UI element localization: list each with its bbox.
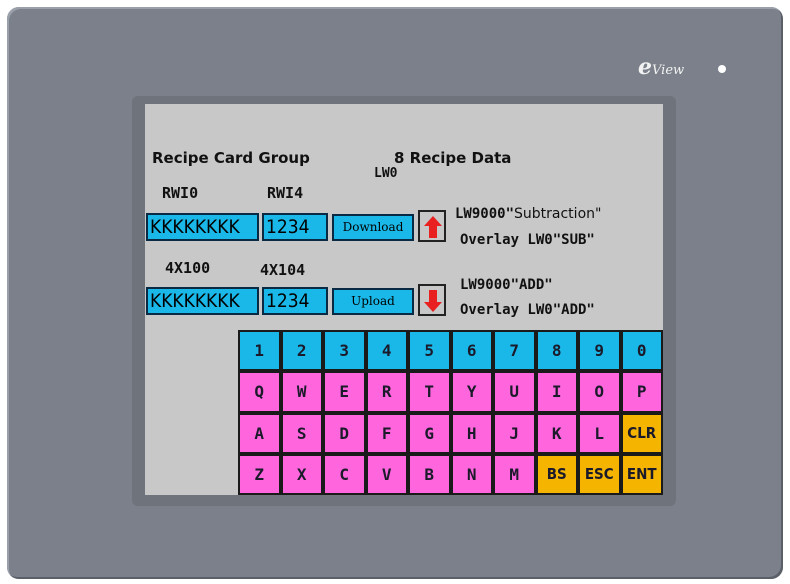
key-v[interactable]: V <box>365 453 408 495</box>
key-c[interactable]: C <box>323 453 366 495</box>
key-9[interactable]: 9 <box>578 330 621 372</box>
recipe-text-field-2[interactable]: KKKKKKKK <box>146 287 259 315</box>
key-o[interactable]: O <box>578 371 621 413</box>
key-i[interactable]: I <box>535 371 578 413</box>
key-ent[interactable]: ENT <box>620 453 663 495</box>
recipe-number-field-2[interactable]: 1234 <box>262 287 328 315</box>
key-bs[interactable]: BS <box>535 453 578 495</box>
download-button[interactable]: Download <box>332 214 414 241</box>
key-x[interactable]: X <box>280 453 323 495</box>
key-5[interactable]: 5 <box>408 330 451 372</box>
key-z[interactable]: Z <box>238 453 281 495</box>
key-k[interactable]: K <box>535 412 578 454</box>
4x100-label: 4X100 <box>165 259 211 277</box>
key-r[interactable]: R <box>365 371 408 413</box>
key-d[interactable]: D <box>323 412 366 454</box>
key-q[interactable]: Q <box>238 371 281 413</box>
key-j[interactable]: J <box>493 412 536 454</box>
key-s[interactable]: S <box>280 412 323 454</box>
key-l[interactable]: L <box>578 412 621 454</box>
power-led-icon <box>718 65 726 73</box>
lw0-label: LW0 <box>374 166 398 181</box>
rwi4-label: RWI4 <box>267 184 304 202</box>
recipe-data-title: 8 Recipe Data <box>394 149 512 167</box>
rwi0-label: RWI0 <box>162 184 199 202</box>
key-7[interactable]: 7 <box>493 330 536 372</box>
key-e[interactable]: E <box>323 371 366 413</box>
hmi-screen: Recipe Card Group 8 Recipe Data LW0 RWI0… <box>145 104 663 495</box>
recipe-number-field-1[interactable]: 1234 <box>262 213 328 241</box>
key-6[interactable]: 6 <box>450 330 493 372</box>
key-b[interactable]: B <box>408 453 451 495</box>
key-w[interactable]: W <box>280 371 323 413</box>
key-1[interactable]: 1 <box>238 330 281 372</box>
key-y[interactable]: Y <box>450 371 493 413</box>
recipe-card-group-title: Recipe Card Group <box>152 149 310 167</box>
key-n[interactable]: N <box>450 453 493 495</box>
brand-logo: eView <box>638 54 685 80</box>
key-g[interactable]: G <box>408 412 451 454</box>
4x104-label: 4X104 <box>260 261 306 279</box>
key-clr[interactable]: CLR <box>620 412 663 454</box>
arrow-down-icon <box>424 290 442 312</box>
key-3[interactable]: 3 <box>323 330 366 372</box>
up-arrow-button[interactable] <box>418 210 446 242</box>
key-h[interactable]: H <box>450 412 493 454</box>
on-screen-keyboard: 1 2 3 4 5 6 7 8 9 0 Q W E R T Y U I O P A S D F G H J K L CLR Z X C V B N M B… <box>238 330 663 495</box>
key-t[interactable]: T <box>408 371 451 413</box>
row2-note-line1: LW9000"ADD" <box>460 277 553 293</box>
key-p[interactable]: P <box>620 371 663 413</box>
key-f[interactable]: F <box>365 412 408 454</box>
row1-note-line2: Overlay LW0"SUB" <box>460 232 595 248</box>
key-u[interactable]: U <box>493 371 536 413</box>
upload-button[interactable]: Upload <box>332 288 414 315</box>
key-esc[interactable]: ESC <box>578 453 621 495</box>
recipe-text-field-1[interactable]: KKKKKKKK <box>146 213 259 241</box>
key-2[interactable]: 2 <box>280 330 323 372</box>
key-4[interactable]: 4 <box>365 330 408 372</box>
key-0[interactable]: 0 <box>620 330 663 372</box>
key-m[interactable]: M <box>493 453 536 495</box>
row1-note-line1: LW9000"Subtraction" <box>455 206 602 222</box>
row2-note-line2: Overlay LW0"ADD" <box>460 302 595 318</box>
key-a[interactable]: A <box>238 412 281 454</box>
down-arrow-button[interactable] <box>418 284 446 316</box>
key-8[interactable]: 8 <box>535 330 578 372</box>
arrow-up-icon <box>424 216 442 238</box>
